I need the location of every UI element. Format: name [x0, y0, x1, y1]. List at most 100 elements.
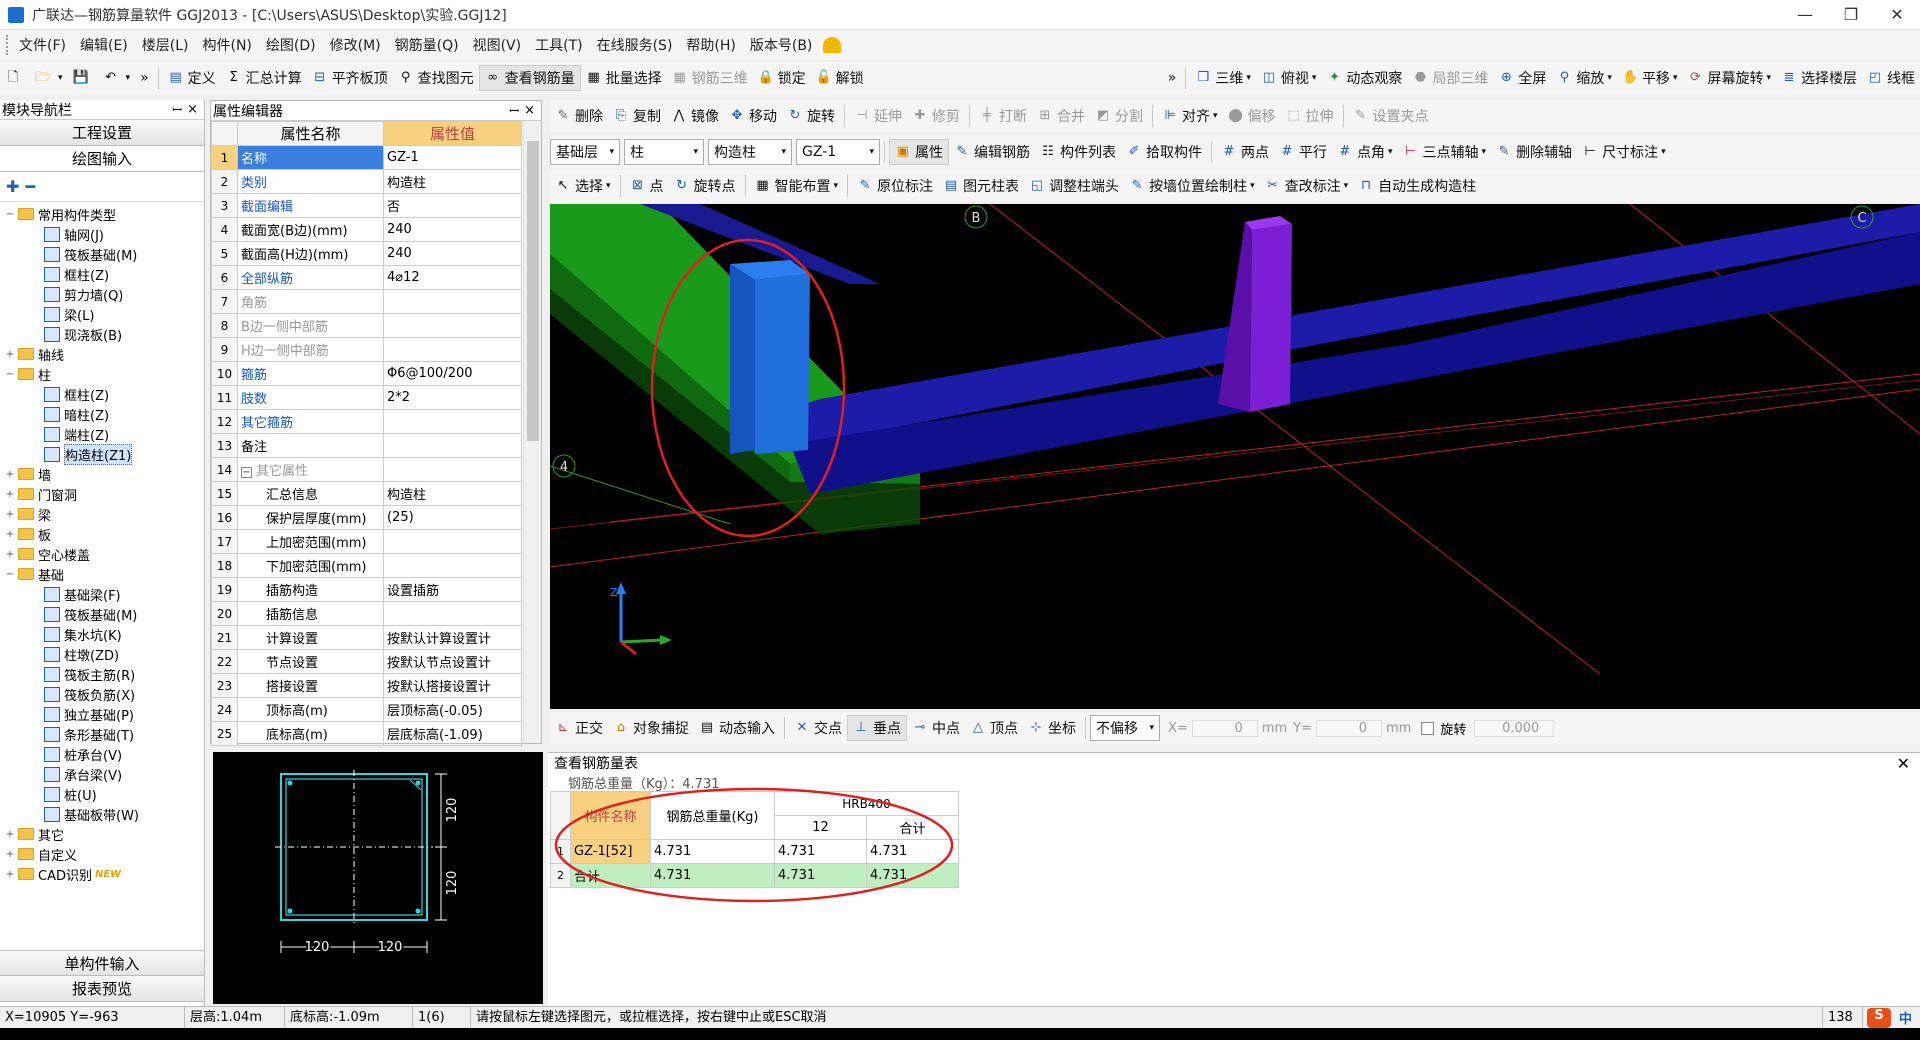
unlock-button[interactable]: 🔓 解锁 [811, 65, 869, 91]
x-input[interactable]: 0 [1191, 719, 1258, 737]
toolbar1-overflow[interactable]: » [1163, 65, 1182, 91]
draw-by-wall-button[interactable]: ✎ 按墙位置绘制柱 ▾ [1124, 173, 1260, 199]
property-value[interactable] [383, 553, 522, 578]
menu-help[interactable]: 帮助(H) [679, 35, 742, 55]
property-row[interactable]: 19 插筋构造 设置插筋 [211, 577, 522, 602]
tree-item[interactable]: 端柱(Z) [0, 424, 204, 444]
property-value[interactable]: 层顶标高(-0.05) [383, 697, 522, 722]
menu-component[interactable]: 构件(N) [196, 35, 259, 55]
property-row[interactable]: 3 截面编辑否 [211, 193, 522, 218]
maximize-button[interactable]: ❐ [1828, 0, 1874, 30]
menu-rebar[interactable]: 钢筋量(Q) [388, 35, 466, 55]
expand-toggle-icon[interactable]: + [4, 489, 16, 500]
property-row[interactable]: 7 角筋 [211, 289, 522, 314]
y-input[interactable]: 0 [1315, 719, 1382, 737]
property-value[interactable]: 设置插筋 [383, 577, 522, 602]
expand-toggle-icon[interactable]: − [4, 569, 16, 580]
expand-toggle-icon[interactable]: + [4, 869, 16, 880]
tree-folder[interactable]: + 轴线 [0, 344, 204, 364]
coordinate-button[interactable]: ⊹ 坐标 [1023, 715, 1081, 741]
tree-item[interactable]: 剪力墙(Q) [0, 284, 204, 304]
tree-folder[interactable]: + 梁 [0, 504, 204, 524]
pick-component-button[interactable]: ✐ 拾取构件 [1121, 139, 1207, 165]
property-row[interactable]: 14− 其它属性 [211, 457, 522, 482]
collapse-all-icon[interactable]: ━ [25, 177, 35, 196]
expand-toggle-icon[interactable]: + [4, 829, 16, 840]
property-row[interactable]: 10 箍筋 Φ6@100/200 [211, 361, 522, 386]
rotate-button[interactable]: ↻ 旋转 [782, 103, 840, 129]
property-button[interactable]: ▣ 属性 [889, 139, 949, 165]
property-row[interactable]: 12 其它箍筋 [211, 409, 522, 434]
zoom-button[interactable]: ⚲ 缩放 ▾ [1551, 65, 1617, 91]
3d-viewport[interactable]: B C 4 Z [550, 204, 1920, 709]
property-row[interactable]: 15 汇总信息 构造柱 [211, 481, 522, 506]
tree-folder[interactable]: − 基础 [0, 564, 204, 584]
tree-item[interactable]: 柱墩(ZD) [0, 644, 204, 664]
dynamic-view-button[interactable]: ✦ 动态观察 [1321, 65, 1407, 91]
property-row[interactable]: 5 截面高(H边)(mm) 240 [211, 241, 522, 266]
tree-folder[interactable]: − 柱 [0, 364, 204, 384]
property-value[interactable]: 4⌀12 [383, 265, 522, 290]
smart-layout-button[interactable]: ▦ 智能布置 ▾ [750, 173, 844, 199]
undo-icon[interactable]: ↶ ▾ [98, 65, 136, 91]
group-toggle-icon[interactable]: − [241, 467, 252, 478]
tree-item[interactable]: 暗柱(Z) [0, 404, 204, 424]
mirror-button[interactable]: ⋀ 镜像 [666, 103, 724, 129]
property-value[interactable]: 否 [383, 193, 522, 218]
intersection-button[interactable]: ✕ 交点 [789, 715, 847, 741]
tree-folder[interactable]: + 自定义 [0, 844, 204, 864]
tree-item[interactable]: 桩(U) [0, 784, 204, 804]
align-slab-top-button[interactable]: ⊟ 平齐板顶 [307, 65, 393, 91]
expand-toggle-icon[interactable]: + [4, 529, 16, 540]
minimize-button[interactable]: — [1782, 0, 1828, 30]
property-value[interactable] [383, 289, 522, 314]
property-row[interactable]: 6 全部纵筋 4⌀12 [211, 265, 522, 290]
property-value[interactable]: Φ6@100/200 [383, 361, 522, 386]
tree-item[interactable]: 现浇板(B) [0, 324, 204, 344]
screen-rotate-button[interactable]: ⟳ 屏幕旋转 ▾ [1682, 65, 1776, 91]
component-list-button[interactable]: ☷ 构件列表 [1035, 139, 1121, 165]
sum-calc-button[interactable]: Σ 汇总计算 [221, 65, 307, 91]
top-view-button[interactable]: ◫ 俯视 ▾ [1256, 65, 1322, 91]
property-value[interactable]: 构造柱 [383, 169, 522, 194]
stretch-button[interactable]: ⬚ 拉伸 [1281, 103, 1339, 129]
rotate-checkbox[interactable] [1421, 721, 1435, 735]
helmet-icon[interactable] [823, 37, 842, 53]
wireframe-button[interactable]: ◰ 线框 [1862, 65, 1920, 91]
extend-button[interactable]: ⊣ 延伸 [849, 103, 907, 129]
property-value[interactable]: 按默认节点设置计 [383, 649, 522, 674]
tree-item[interactable]: 筏板主筋(R) [0, 664, 204, 684]
move-button[interactable]: ✥ 移动 [724, 103, 782, 129]
point-button[interactable]: ⊠ 点 [625, 173, 669, 199]
offset-button[interactable]: ⬤ 偏移 [1223, 103, 1281, 129]
menu-online[interactable]: 在线服务(S) [590, 35, 680, 55]
open-file-icon[interactable]: 🗁 ▾ [30, 65, 68, 91]
item-select[interactable]: GZ-1 ▾ [796, 139, 880, 165]
column-table-button[interactable]: ▤ 图元柱表 [938, 173, 1024, 199]
property-row[interactable]: 4 截面宽(B边)(mm) 240 [211, 217, 522, 242]
inplace-annotation-button[interactable]: ✎ 原位标注 [852, 173, 938, 199]
dynamic-input-button[interactable]: ▤ 动态输入 [694, 715, 780, 741]
property-value[interactable]: 层底标高(-1.09) [383, 721, 522, 746]
property-value[interactable]: 240 [383, 217, 522, 242]
delete-button[interactable]: ✎ 删除 [550, 103, 608, 129]
property-row[interactable]: 13 备注 [211, 433, 522, 458]
tree-item[interactable]: 独立基础(P) [0, 704, 204, 724]
tree-item[interactable]: 桩承台(V) [0, 744, 204, 764]
lock-button[interactable]: 🔒 锁定 [753, 65, 811, 91]
expand-all-icon[interactable]: ✚ [6, 177, 19, 196]
property-value[interactable]: GZ-1 [383, 145, 522, 170]
property-value[interactable] [383, 313, 522, 338]
property-row[interactable]: 25 底标高(m) 层底标高(-1.09) [211, 721, 522, 746]
select-floor-button[interactable]: ≣ 选择楼层 [1776, 65, 1862, 91]
tree-item[interactable]: 梁(L) [0, 304, 204, 324]
offset-select[interactable]: 不偏移 ▾ [1090, 715, 1160, 741]
perpendicular-button[interactable]: ⊥ 垂点 [847, 715, 907, 741]
parallel-button[interactable]: # 平行 [1274, 139, 1332, 165]
midpoint-button[interactable]: ⊸ 中点 [907, 715, 965, 741]
break-button[interactable]: ╪ 打断 [974, 103, 1032, 129]
tree-item[interactable]: 基础梁(F) [0, 584, 204, 604]
pin-icon[interactable]: ꟷ [509, 102, 519, 119]
menu-tools[interactable]: 工具(T) [528, 35, 589, 55]
property-value[interactable] [383, 337, 522, 362]
